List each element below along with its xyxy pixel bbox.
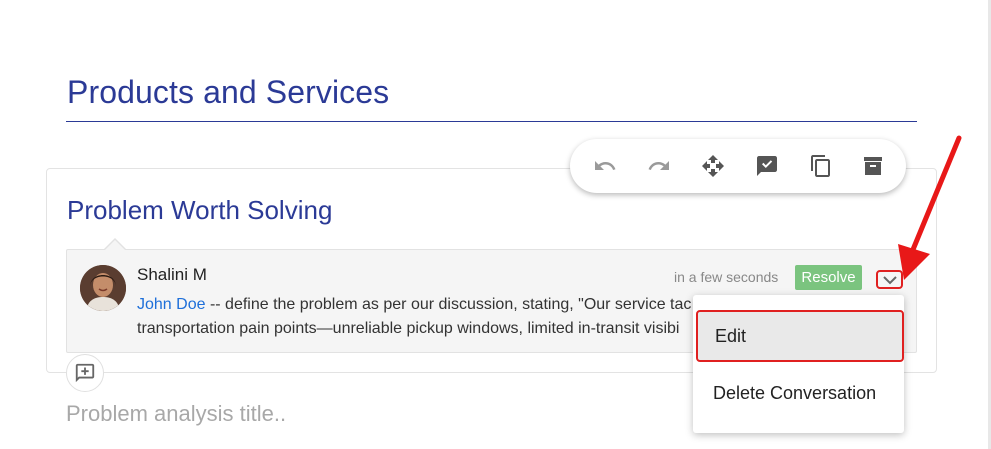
page-title: Products and Services <box>67 74 390 110</box>
undo-button[interactable] <box>592 153 618 179</box>
menu-item-delete-conversation[interactable]: Delete Conversation <box>693 367 904 419</box>
archive-button[interactable] <box>860 153 886 179</box>
section-title[interactable]: Problem Worth Solving <box>67 195 332 226</box>
move-icon <box>702 155 724 177</box>
block-toolbar <box>570 139 906 193</box>
comment-check-icon <box>757 156 777 176</box>
resolve-button[interactable]: Resolve <box>795 265 862 290</box>
archive-icon <box>864 157 882 175</box>
comment-options-menu: Edit Delete Conversation <box>693 295 904 433</box>
comment-text-line1: -- define the problem as per our discuss… <box>205 296 692 313</box>
comment-text: John Doe -- define the problem as per ou… <box>137 293 697 341</box>
problem-analysis-title-input[interactable]: Problem analysis title.. <box>66 401 286 427</box>
menu-item-edit[interactable]: Edit <box>696 310 904 362</box>
undo-icon <box>595 161 616 170</box>
move-button[interactable] <box>700 153 726 179</box>
comment-timestamp: in a few seconds <box>674 269 779 285</box>
copy-button[interactable] <box>808 153 834 179</box>
add-comment-button[interactable] <box>66 354 104 392</box>
mention-link[interactable]: John Doe <box>137 296 206 313</box>
title-divider <box>66 121 917 122</box>
copy-icon <box>811 155 830 177</box>
redo-icon <box>648 161 669 170</box>
comment-text-line2: transportation pain points—unreliable pi… <box>137 320 680 337</box>
avatar <box>80 265 126 311</box>
comment-button[interactable] <box>754 153 780 179</box>
redo-button[interactable] <box>646 153 672 179</box>
add-comment-icon <box>75 363 95 383</box>
comment-caret-fill <box>104 240 126 251</box>
annotation-arrow-icon <box>898 135 962 280</box>
comment-author: Shalini M <box>137 265 207 284</box>
